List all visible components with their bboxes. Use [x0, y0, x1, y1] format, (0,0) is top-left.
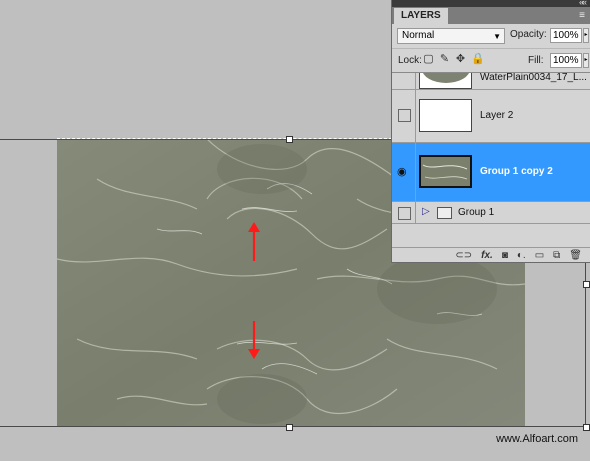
blend-mode-select[interactable]: Normal ▼ — [397, 28, 505, 44]
transform-handle-right[interactable] — [583, 281, 590, 288]
layers-panel: «« LAYERS ≡ Normal ▼ Opacity: 100% ▸ Loc… — [391, 0, 590, 263]
visibility-cell[interactable] — [392, 90, 416, 142]
lock-transparent-icon[interactable]: ▢ — [423, 54, 434, 65]
fill-field[interactable]: 100% — [550, 53, 582, 68]
folder-icon[interactable]: ▭ — [535, 250, 544, 261]
layer-row[interactable]: WaterPlain0034_17_L... — [392, 73, 590, 90]
expand-triangle-icon[interactable]: ▷ — [422, 206, 430, 217]
visibility-cell[interactable] — [392, 202, 416, 223]
eye-icon[interactable]: ◉ — [397, 165, 407, 178]
layer-row-selected[interactable]: ◉ Group 1 copy 2 — [392, 143, 590, 202]
folder-icon — [437, 207, 452, 219]
lock-all-icon[interactable]: 🔒 — [471, 54, 485, 65]
layer-name[interactable]: WaterPlain0034_17_L... — [480, 73, 587, 83]
fill-flyout-icon[interactable]: ▸ — [583, 53, 589, 68]
fill-label: Fill: — [528, 55, 544, 66]
opacity-flyout-icon[interactable]: ▸ — [583, 28, 589, 43]
tab-layers[interactable]: LAYERS — [394, 8, 448, 24]
layer-name[interactable]: Group 1 — [458, 207, 494, 218]
panel-menu-icon[interactable]: ≡ — [579, 10, 585, 21]
panel-tab-row: LAYERS ≡ — [392, 7, 590, 24]
panel-bottom-toolbar: ⊂⊃ fx. ◙ ◐. ▭ ⧉ 🗑 — [392, 247, 590, 262]
visibility-cell[interactable]: ◉ — [392, 143, 416, 201]
fx-icon[interactable]: fx. — [481, 250, 493, 261]
blend-row: Normal ▼ Opacity: 100% ▸ — [392, 24, 590, 48]
link-icon[interactable]: ⊂⊃ — [455, 250, 472, 261]
layer-thumbnail — [419, 155, 472, 188]
layer-row-group[interactable]: ▷ Group 1 — [392, 202, 590, 224]
layer-thumbnail — [419, 99, 472, 132]
visibility-cell[interactable] — [392, 73, 416, 89]
layer-name[interactable]: Group 1 copy 2 — [480, 166, 553, 177]
layer-row[interactable]: Layer 2 — [392, 90, 590, 143]
lock-row: Lock: ▢ ✎ ✥ 🔒 Fill: 100% ▸ — [392, 48, 590, 73]
down-arrow-annotation — [248, 321, 260, 359]
opacity-field[interactable]: 100% — [550, 28, 582, 43]
panel-title-bar: «« — [392, 0, 590, 7]
chevron-down-icon: ▼ — [493, 32, 501, 41]
up-arrow-annotation — [248, 222, 260, 261]
blend-mode-value: Normal — [402, 30, 435, 41]
transform-handle-bottom-right[interactable] — [583, 424, 590, 431]
layers-list[interactable]: WaterPlain0034_17_L... Layer 2 ◉ Group 1… — [392, 72, 590, 249]
transform-handle-bottom[interactable] — [286, 424, 293, 431]
watermark: www.Alfoart.com — [496, 433, 578, 445]
trash-icon[interactable]: 🗑 — [569, 250, 582, 261]
transform-handle-top[interactable] — [286, 136, 293, 143]
opacity-label: Opacity: — [510, 29, 547, 40]
new-layer-icon[interactable]: ⧉ — [553, 250, 560, 261]
layer-thumbnail — [419, 73, 472, 89]
lock-position-icon[interactable]: ✥ — [455, 54, 466, 65]
collapse-icon[interactable]: «« — [579, 0, 587, 7]
lock-label: Lock: — [398, 55, 422, 66]
lock-image-icon[interactable]: ✎ — [439, 54, 450, 65]
adjustment-icon[interactable]: ◐. — [517, 250, 526, 261]
layer-name[interactable]: Layer 2 — [480, 110, 513, 121]
mask-icon[interactable]: ◙ — [502, 250, 508, 261]
